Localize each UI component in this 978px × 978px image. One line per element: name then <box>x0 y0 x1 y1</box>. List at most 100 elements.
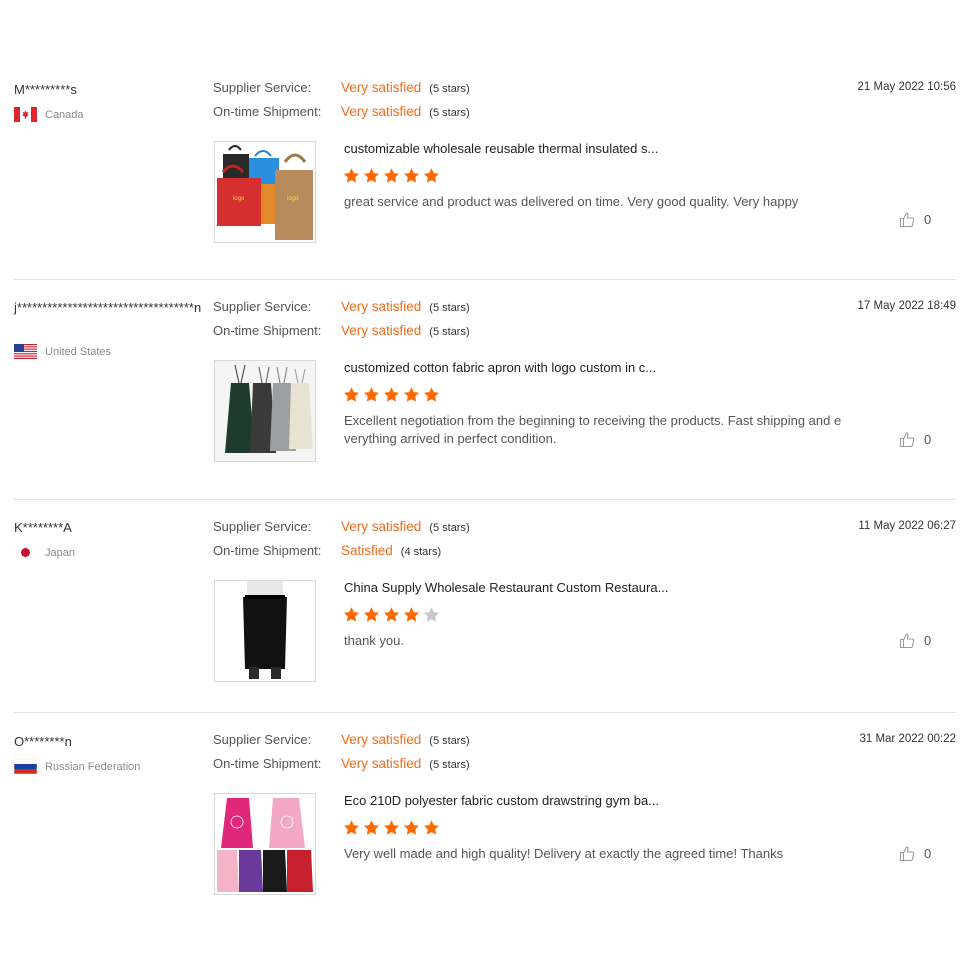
japan-flag-icon <box>14 545 37 560</box>
supplier-service-value: Very satisfied <box>341 299 422 314</box>
supplier-service-label: Supplier Service: <box>213 732 312 747</box>
product-title-link[interactable]: customizable wholesale reusable thermal … <box>344 141 658 156</box>
star-filled-icon <box>384 168 399 183</box>
reviewer-name: M*********s <box>14 82 77 97</box>
star-filled-icon <box>344 168 359 183</box>
supplier-service-rating: Supplier Service: Very satisfied (5 star… <box>213 299 470 319</box>
like-button[interactable]: 0 <box>899 431 931 448</box>
svg-text:logo: logo <box>287 196 299 202</box>
russia-flag-icon <box>14 759 37 774</box>
product-star-rating <box>343 819 440 836</box>
ontime-shipment-label: On-time Shipment: <box>213 104 322 119</box>
reviewer-country: United States <box>14 344 111 359</box>
product-star-rating <box>343 386 440 403</box>
review-comment: great service and product was delivered … <box>344 194 799 209</box>
like-count: 0 <box>924 212 932 227</box>
star-filled-icon <box>404 820 419 835</box>
star-filled-icon <box>364 168 379 183</box>
drawstring-bags-image <box>215 794 315 894</box>
reviewer-country: Russian Federation <box>14 759 140 774</box>
country-name: Russian Federation <box>45 760 141 773</box>
ontime-shipment-value: Satisfied <box>341 543 393 558</box>
product-thumbnail[interactable] <box>214 580 316 682</box>
thumbs-up-icon <box>899 432 915 448</box>
review-comment: thank you. <box>344 633 404 648</box>
product-title-link[interactable]: China Supply Wholesale Restaurant Custom… <box>344 580 668 595</box>
supplier-service-rating: Supplier Service: Very satisfied (5 star… <box>213 80 470 100</box>
star-filled-icon <box>344 820 359 835</box>
ontime-shipment-stars: (5 stars) <box>429 759 470 771</box>
aprons-image <box>215 361 315 461</box>
product-star-rating <box>343 606 440 623</box>
ontime-shipment-stars: (5 stars) <box>429 107 470 119</box>
reviewer-name: j***********************************n <box>14 300 202 315</box>
product-thumbnail[interactable]: logo logo <box>214 141 316 243</box>
review-date: 31 Mar 2022 00:22 <box>859 733 956 745</box>
star-filled-icon <box>404 168 419 183</box>
like-count: 0 <box>924 432 932 447</box>
ontime-shipment-rating: On-time Shipment: Satisfied (4 stars) <box>213 543 441 563</box>
ontime-shipment-label: On-time Shipment: <box>213 323 322 338</box>
star-filled-icon <box>424 168 439 183</box>
like-count: 0 <box>924 846 932 861</box>
star-filled-icon <box>384 820 399 835</box>
supplier-service-value: Very satisfied <box>341 732 422 747</box>
review-date: 11 May 2022 06:27 <box>858 520 956 532</box>
supplier-service-value: Very satisfied <box>341 519 422 534</box>
star-filled-icon <box>404 607 419 622</box>
like-button[interactable]: 0 <box>899 211 931 228</box>
ontime-shipment-stars: (4 stars) <box>400 546 442 558</box>
canada-flag-icon <box>14 107 37 122</box>
supplier-service-label: Supplier Service: <box>213 80 312 95</box>
like-button[interactable]: 0 <box>899 845 931 862</box>
star-filled-icon <box>404 387 419 402</box>
star-filled-icon <box>364 820 379 835</box>
ontime-shipment-value: Very satisfied <box>341 104 422 119</box>
reviewer-country: Canada <box>14 107 84 122</box>
usa-flag-icon <box>14 344 37 359</box>
ontime-shipment-stars: (5 stars) <box>429 326 470 338</box>
review-date: 21 May 2022 10:56 <box>857 81 956 93</box>
star-filled-icon <box>364 387 379 402</box>
svg-text:logo: logo <box>233 196 245 202</box>
country-name: United States <box>45 345 112 358</box>
product-title-link[interactable]: Eco 210D polyester fabric custom drawstr… <box>344 793 659 808</box>
supplier-service-stars: (5 stars) <box>429 735 470 747</box>
star-filled-icon <box>384 607 399 622</box>
supplier-service-label: Supplier Service: <box>213 299 312 314</box>
review-comment: Excellent negotiation from the beginning… <box>344 413 842 446</box>
star-empty-icon <box>424 607 439 622</box>
ontime-shipment-label: On-time Shipment: <box>213 756 322 771</box>
ontime-shipment-rating: On-time Shipment: Very satisfied (5 star… <box>213 756 470 776</box>
review-divider <box>13 279 956 280</box>
reviewer-name: K********A <box>14 520 72 535</box>
ontime-shipment-rating: On-time Shipment: Very satisfied (5 star… <box>213 104 470 124</box>
review-date: 17 May 2022 18:49 <box>857 300 956 312</box>
product-thumbnail[interactable] <box>214 360 316 462</box>
ontime-shipment-label: On-time Shipment: <box>213 543 322 558</box>
product-title-link[interactable]: customized cotton fabric apron with logo… <box>344 360 656 375</box>
star-filled-icon <box>424 387 439 402</box>
review-divider <box>13 499 956 500</box>
star-filled-icon <box>384 387 399 402</box>
ontime-shipment-rating: On-time Shipment: Very satisfied (5 star… <box>213 323 470 343</box>
waist-apron-image <box>215 581 315 681</box>
product-thumbnail[interactable] <box>214 793 316 895</box>
supplier-service-rating: Supplier Service: Very satisfied (5 star… <box>213 732 470 752</box>
country-name: Canada <box>45 108 84 121</box>
tote-bags-image: logo logo <box>215 142 315 242</box>
country-name: Japan <box>45 546 75 559</box>
review-divider <box>13 712 956 713</box>
reviewer-country: Japan <box>14 545 75 560</box>
like-count: 0 <box>924 633 932 648</box>
supplier-service-rating: Supplier Service: Very satisfied (5 star… <box>213 519 470 539</box>
supplier-service-value: Very satisfied <box>341 80 422 95</box>
ontime-shipment-value: Very satisfied <box>341 323 422 338</box>
reviewer-name: O********n <box>14 734 72 749</box>
supplier-service-stars: (5 stars) <box>429 522 470 534</box>
star-filled-icon <box>344 607 359 622</box>
thumbs-up-icon <box>899 212 915 228</box>
like-button[interactable]: 0 <box>899 632 931 649</box>
supplier-service-stars: (5 stars) <box>429 83 470 95</box>
product-star-rating <box>343 167 440 184</box>
